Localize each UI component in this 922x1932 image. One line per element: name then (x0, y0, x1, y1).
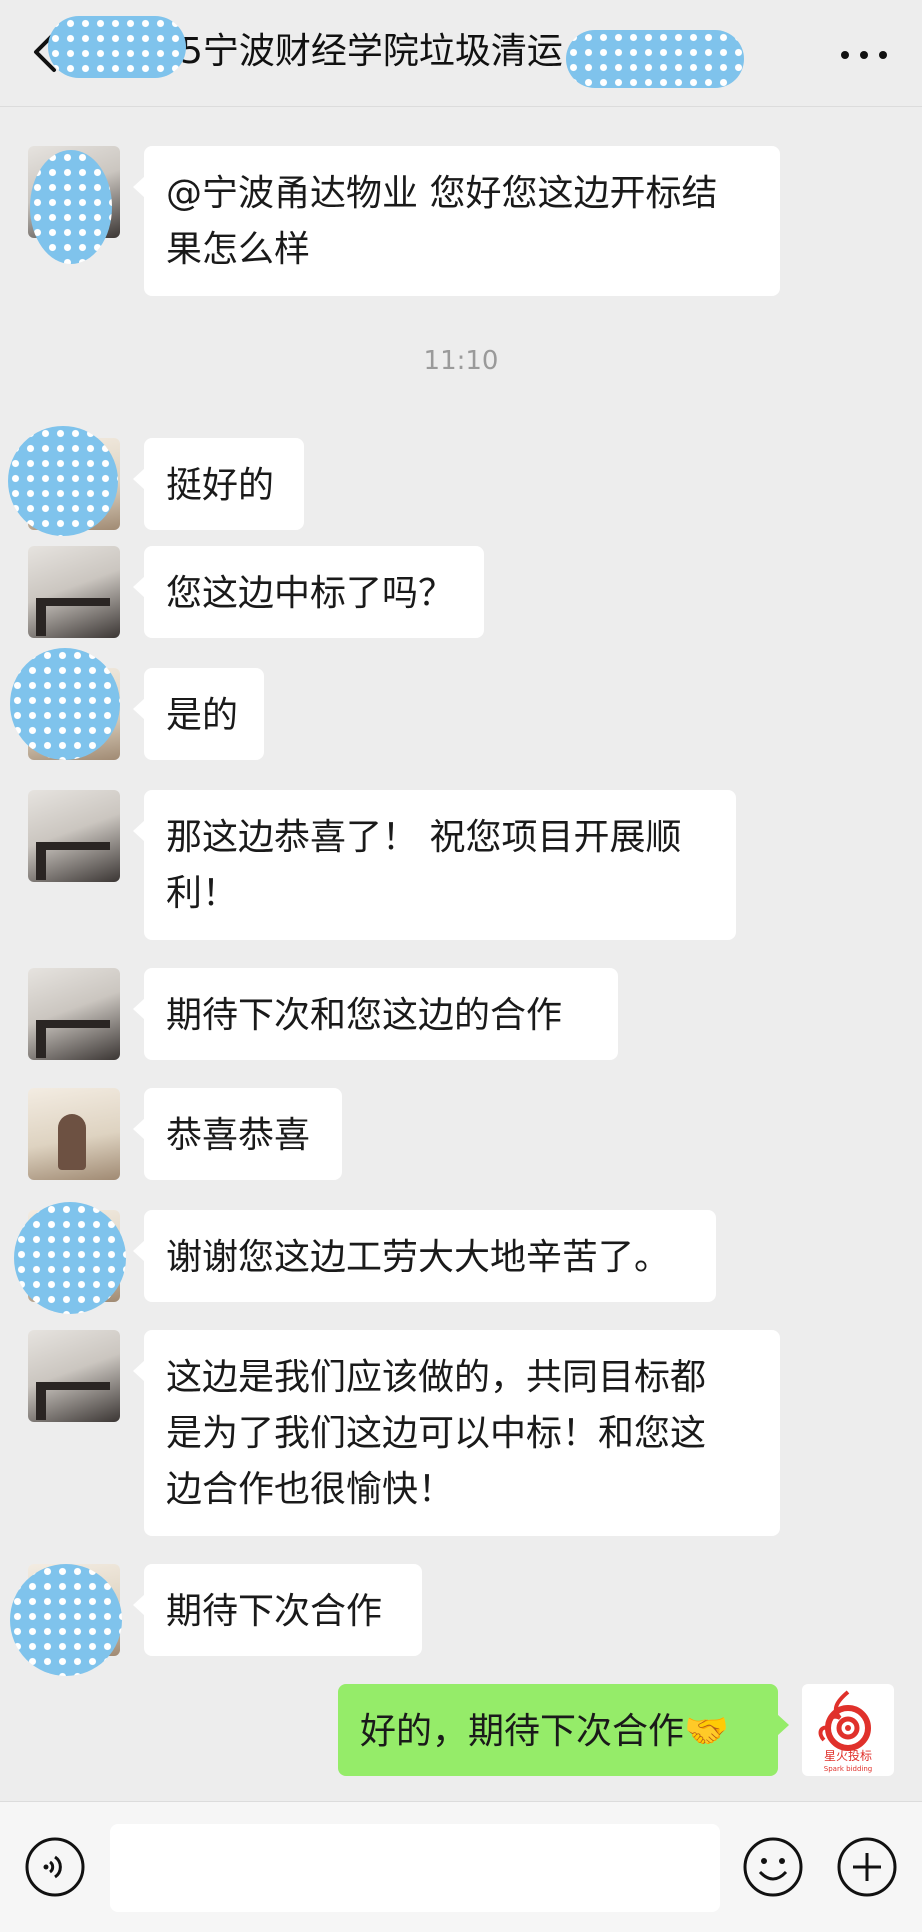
redaction-mark (10, 648, 120, 760)
chat-title: 5宁波财经学院垃圾清运 (180, 31, 563, 72)
redaction-mark (48, 16, 186, 78)
spark-logo-icon: 星火投标 Spark bidding (818, 1690, 872, 1773)
message-bubble-self[interactable]: 好的，期待下次合作🤝 (338, 1684, 789, 1776)
message-bubble[interactable]: 那这边恭喜了！ 祝您项目开展顺 利！ (133, 790, 736, 940)
svg-text:星火投标: 星火投标 (824, 1748, 872, 1763)
ellipsis-icon[interactable] (840, 50, 888, 60)
emoji-icon[interactable] (742, 1836, 804, 1898)
redaction-mark (14, 1202, 126, 1314)
message-bubble[interactable]: 挺好的 (133, 438, 304, 530)
chat-header: 5宁波财经学院垃圾清运 (0, 0, 922, 107)
message-bubble[interactable]: @宁波甬达物业 您好您这边开标结 果怎么样 (133, 146, 780, 296)
message-bubble[interactable]: 您这边中标了吗？ (133, 546, 484, 638)
message-bubble[interactable]: 谢谢您这边工劳大大地辛苦了。 (133, 1210, 716, 1302)
plus-icon[interactable] (836, 1836, 898, 1898)
message-bubble[interactable]: 期待下次和您这边的合作 (133, 968, 618, 1060)
message-bubble[interactable]: 是的 (133, 668, 264, 760)
avatar[interactable] (28, 1330, 120, 1422)
avatar[interactable] (28, 1088, 120, 1180)
message-input[interactable] (110, 1824, 720, 1912)
message-list[interactable]: @宁波甬达物业 您好您这边开标结 果怎么样 11:10 挺好的 您这边中标了吗？… (0, 106, 922, 1801)
avatar[interactable] (28, 790, 120, 882)
redaction-mark (566, 30, 744, 88)
message-bubble[interactable]: 期待下次合作 (133, 1564, 422, 1656)
avatar[interactable] (28, 968, 120, 1060)
redaction-mark (8, 426, 118, 536)
message-bubble[interactable]: 恭喜恭喜 (133, 1088, 342, 1180)
message-bubble[interactable]: 这边是我们应该做的，共同目标都 是为了我们这边可以中标！和您这 边合作也很愉快！ (133, 1330, 780, 1536)
redaction-mark (30, 150, 112, 264)
avatar[interactable] (28, 546, 120, 638)
voice-icon[interactable] (24, 1836, 86, 1898)
redaction-mark (10, 1564, 122, 1676)
input-bar (0, 1801, 922, 1932)
avatar-self[interactable]: 星火投标 Spark bidding (802, 1684, 894, 1776)
svg-text:Spark bidding: Spark bidding (824, 1765, 872, 1773)
timestamp: 11:10 (423, 346, 499, 376)
